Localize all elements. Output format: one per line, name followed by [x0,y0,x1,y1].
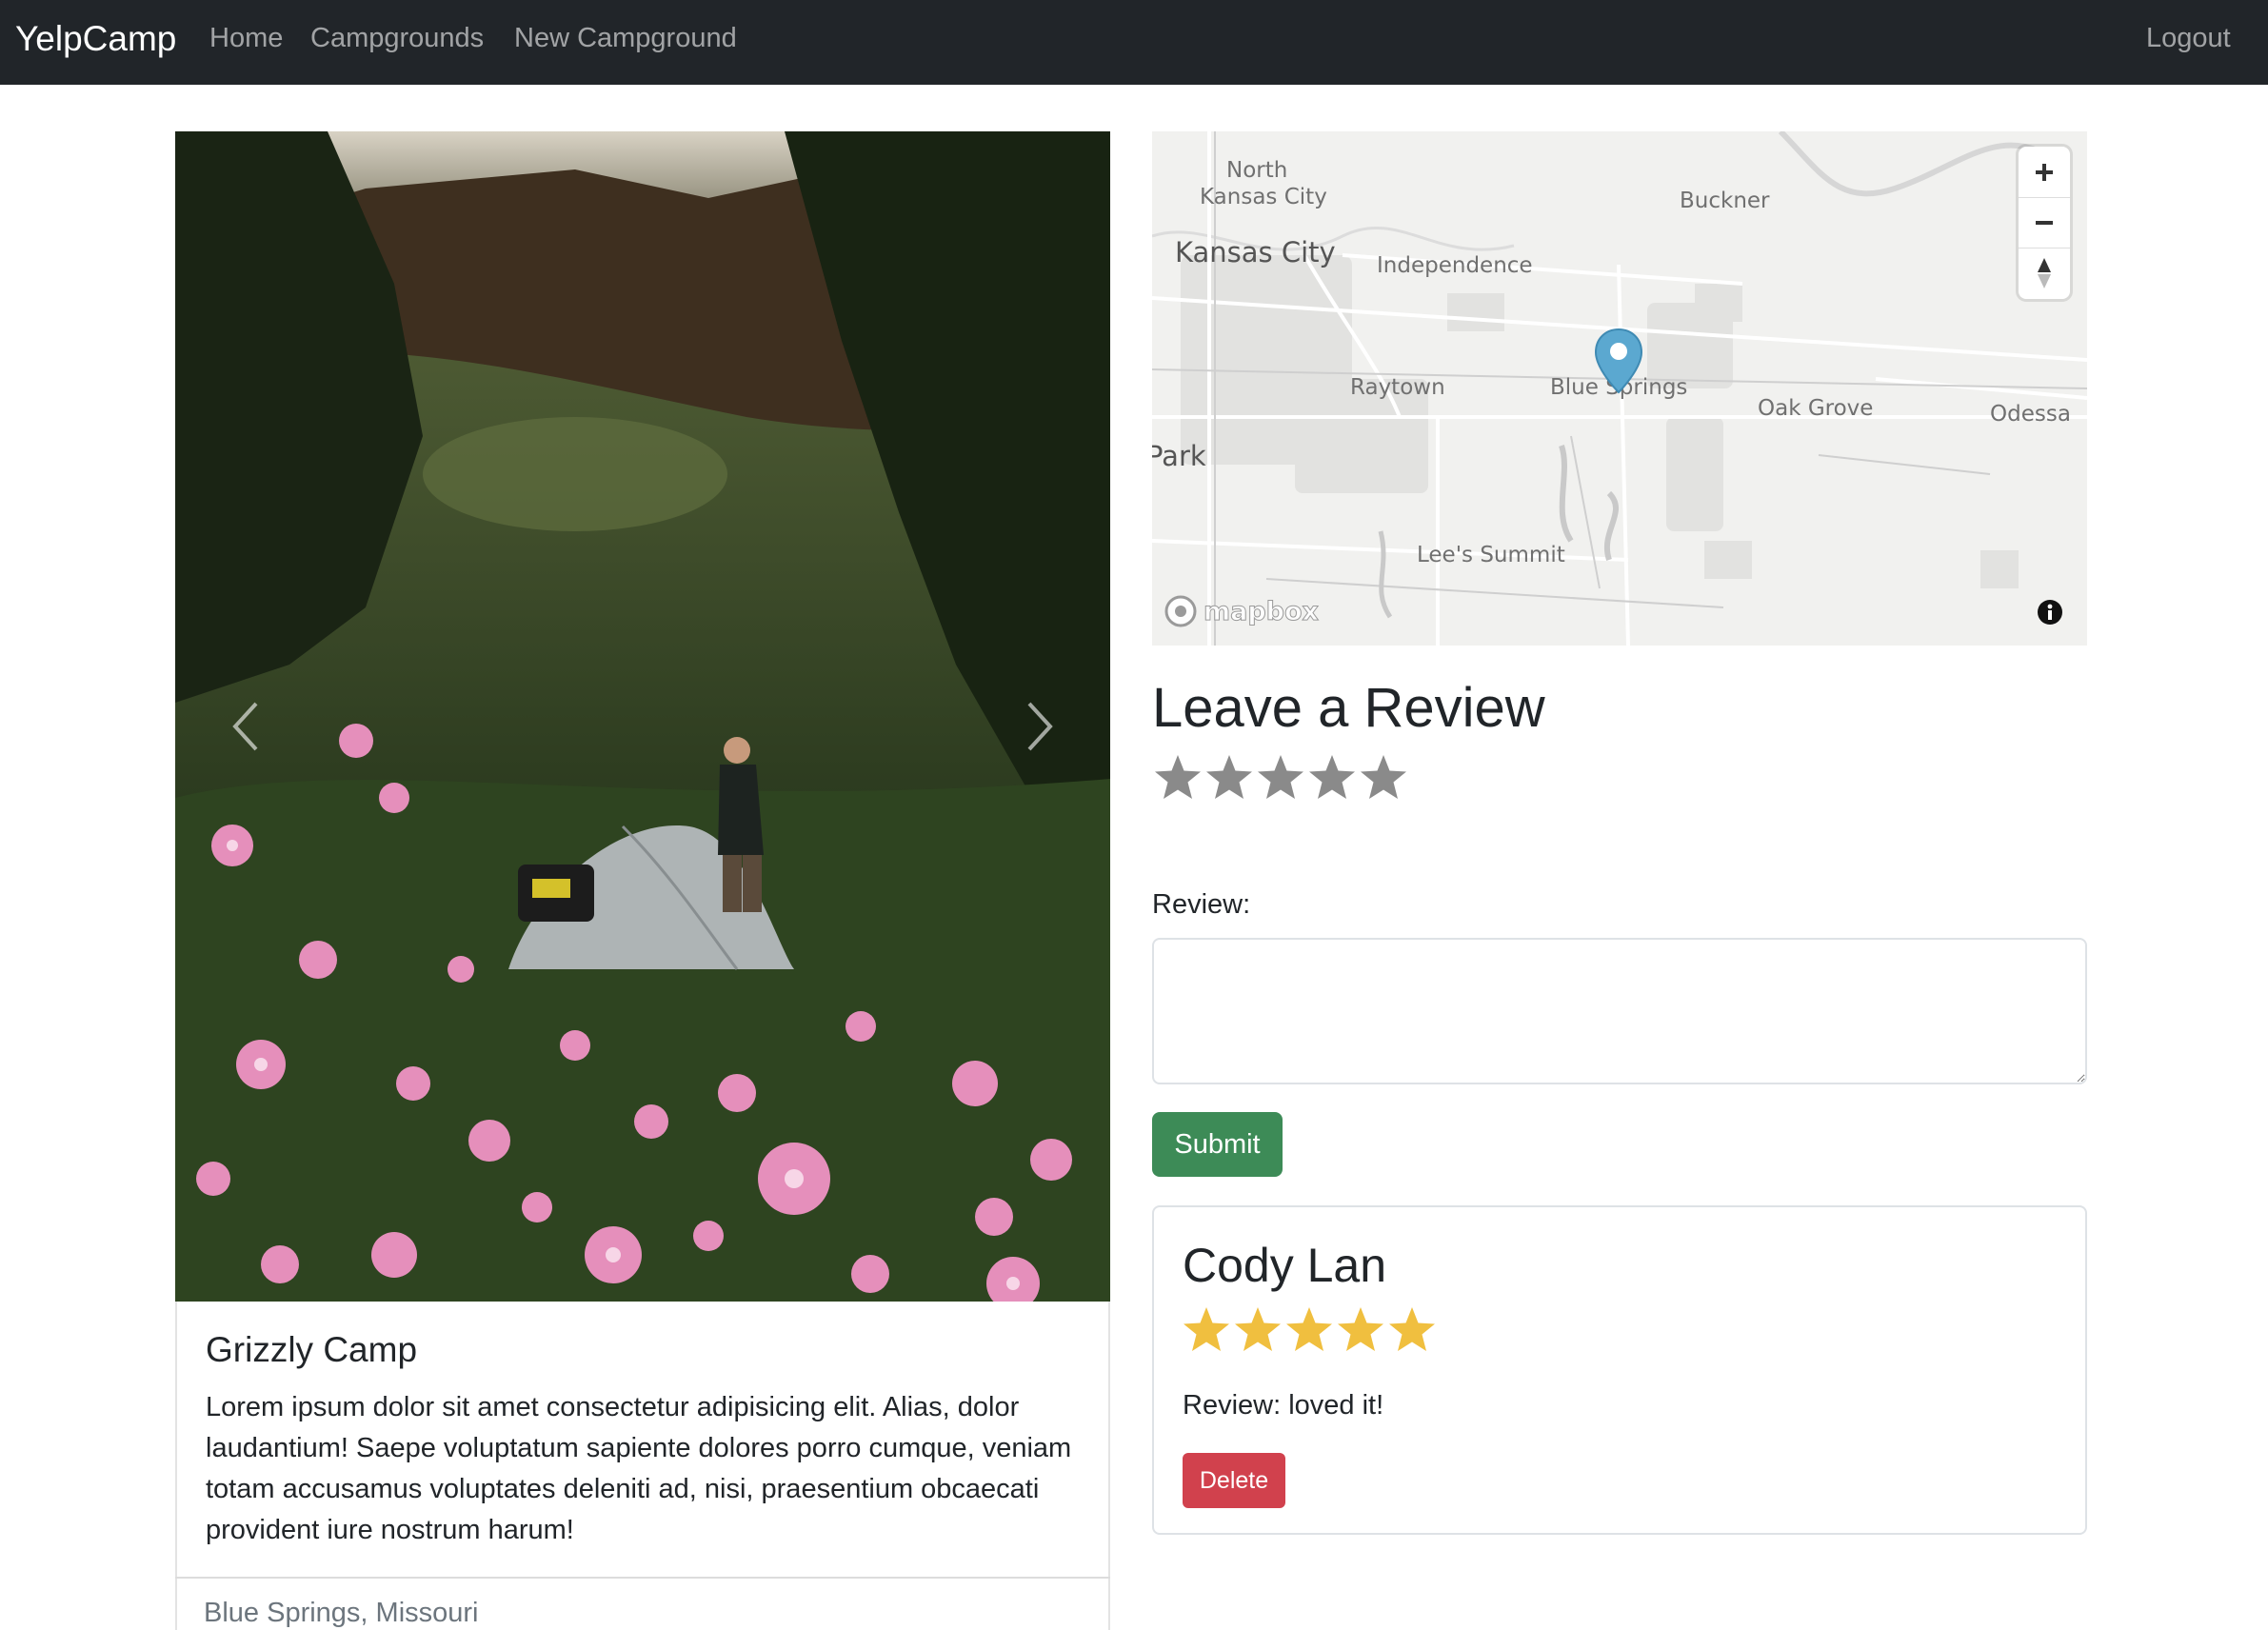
map-label-north-kansas-city: Kansas City [1200,185,1327,209]
star-outline-icon[interactable] [1152,752,1204,804]
submit-review-button[interactable]: Submit [1152,1112,1283,1177]
review-rating-stars [1181,1304,1438,1356]
map-zoom-out-button[interactable] [2019,197,2070,248]
navbar: YelpCamp Home Campgrounds New Campground… [0,0,2268,85]
nav-logout-link[interactable]: Logout [2146,23,2231,54]
chevron-right-icon [1027,702,1053,751]
leave-review-heading: Leave a Review [1152,677,1545,739]
map-marker-icon[interactable] [1594,328,1643,394]
map-reset-bearing-button[interactable] [2019,248,2070,298]
mapbox-icon [1164,595,1197,627]
minus-icon [2036,221,2053,225]
nav-home-link[interactable]: Home [209,23,283,54]
info-icon[interactable] [2036,598,2064,626]
review-card: Cody Lan Review: loved it! Delete [1152,1205,2087,1535]
mapbox-logo[interactable]: mapbox [1164,594,1319,628]
star-filled-icon [1338,1307,1383,1351]
map-label-lees-summit: Lee's Summit [1417,543,1565,567]
carousel-prev-button[interactable] [204,674,289,779]
star-outline-icon[interactable] [1358,752,1409,804]
rating-star-input [1152,752,1409,804]
campground-description: Lorem ipsum dolor sit amet consectetur a… [206,1392,1072,1545]
star-outline-icon[interactable] [1204,752,1255,804]
map-label-buckner: Buckner [1680,189,1770,213]
campground-photo [175,131,1110,1302]
mapbox-logo-text: mapbox [1204,596,1320,626]
compass-icon [2038,258,2051,288]
delete-review-button[interactable]: Delete [1183,1453,1285,1508]
review-body: Review: loved it! [1183,1390,1384,1421]
nav-new-campground-link[interactable]: New Campground [514,23,737,54]
campground-location: Blue Springs, Missouri [204,1598,479,1628]
plus-icon [2036,163,2053,181]
review-textarea[interactable] [1152,938,2087,1084]
star-filled-icon [1389,1307,1435,1351]
review-field-label: Review: [1152,889,1251,920]
brand-logo[interactable]: YelpCamp [15,19,176,59]
campground-image-carousel [175,131,1110,1302]
map-label-oak-grove: Oak Grove [1758,396,1874,421]
star-filled-icon [1184,1307,1229,1351]
star-filled-icon [1286,1307,1332,1351]
star-outline-icon[interactable] [1255,752,1306,804]
map-label-north: North [1226,158,1288,183]
map-navigation-controls [2019,147,2070,299]
campground-card-body: Grizzly Camp Lorem ipsum dolor sit amet … [175,1302,1110,1578]
map-label-park: Park [1152,440,1206,472]
review-author: Cody Lan [1183,1239,1387,1292]
map-label-kansas-city: Kansas City [1175,236,1336,268]
star-outline-icon[interactable] [1306,752,1358,804]
map-label-independence: Independence [1377,253,1533,278]
carousel-next-button[interactable] [996,674,1082,779]
star-filled-icon [1235,1307,1281,1351]
map-zoom-in-button[interactable] [2019,147,2070,197]
nav-campgrounds-link[interactable]: Campgrounds [310,23,484,54]
map-label-odessa: Odessa [1990,402,2071,427]
chevron-left-icon [232,702,258,751]
map-label-raytown: Raytown [1350,375,1445,400]
campground-title: Grizzly Camp [206,1330,418,1369]
campground-map[interactable]: North Kansas City Kansas City Independen… [1152,131,2087,646]
